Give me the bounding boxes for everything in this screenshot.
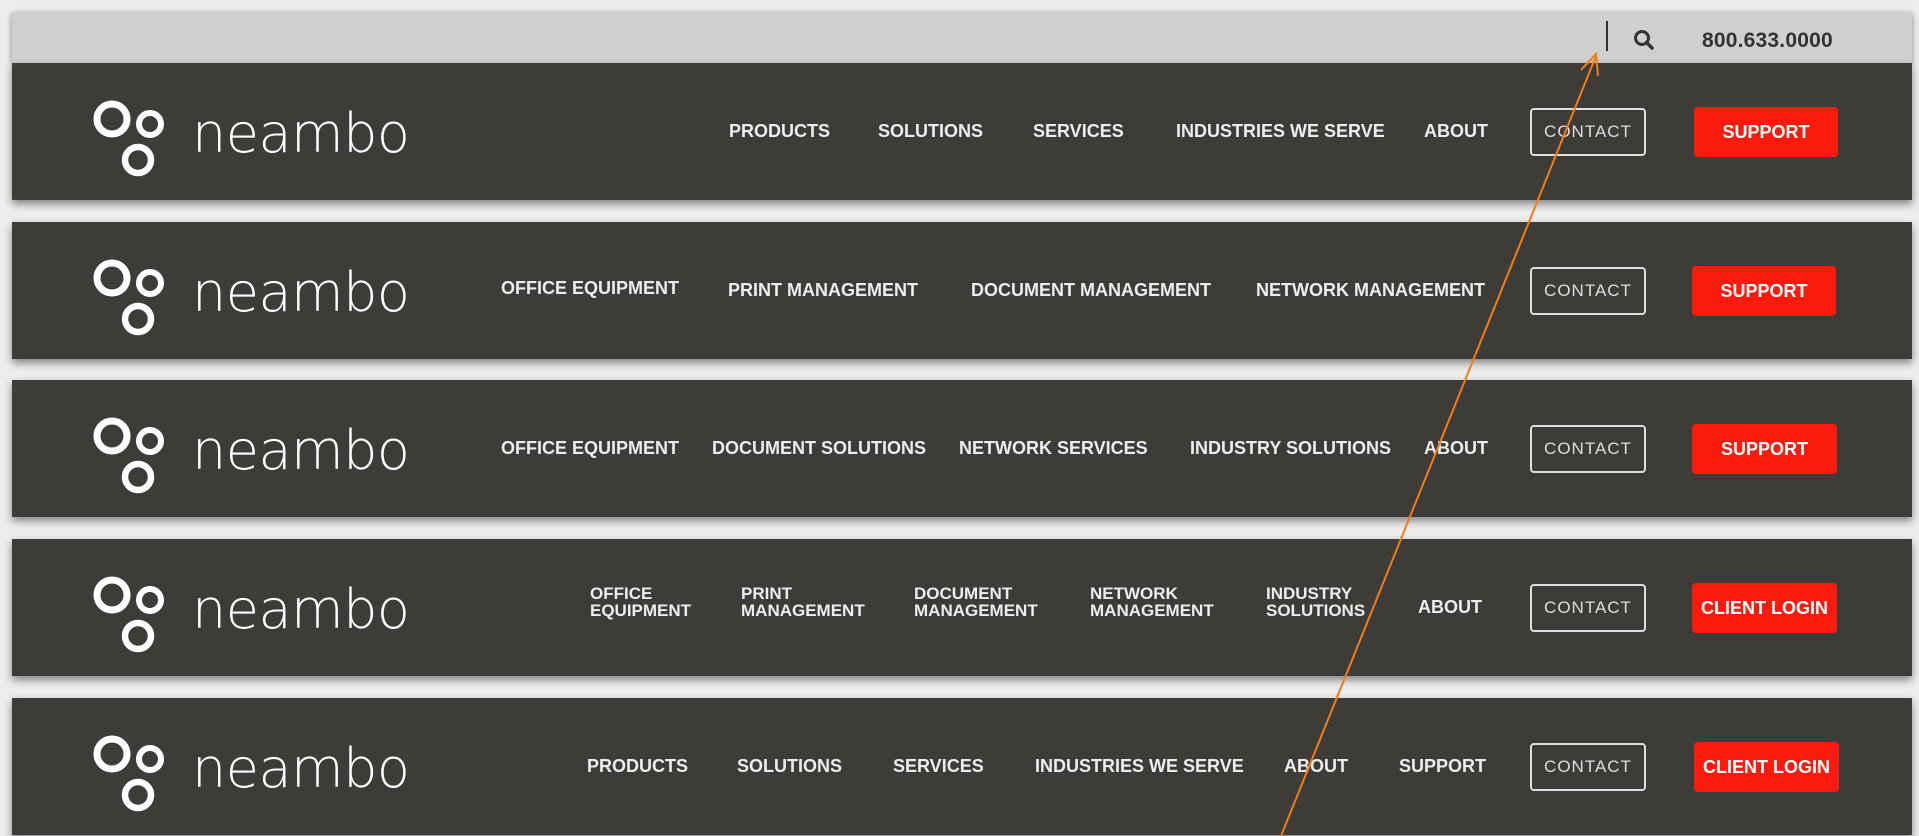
support-button[interactable]: SUPPORT <box>1694 107 1838 157</box>
nav-item-label: MANAGEMENT <box>741 601 865 620</box>
nav-item-label: PRINT MANAGEMENT <box>728 280 918 300</box>
contact-button[interactable]: CONTACT <box>1530 584 1646 632</box>
nav-item-label: SUPPORT <box>1399 756 1487 776</box>
client-login-button[interactable]: CLIENT LOGIN <box>1694 742 1839 792</box>
nav-item-label: OFFICE EQUIPMENT <box>501 278 680 298</box>
nav-item[interactable]: NETWORK SERVICES <box>959 438 1148 459</box>
nav-item[interactable]: INDUSTRIES WE SERVE <box>1176 121 1385 142</box>
contact-button[interactable]: CONTACT <box>1530 425 1646 473</box>
nav-item[interactable]: SOLUTIONS <box>737 756 842 777</box>
nav-item[interactable]: ABOUT <box>1424 438 1488 459</box>
site-header-variant-5: neambo PRODUCTS SOLUTIONS SERVICES INDUSTRIE… <box>12 698 1912 835</box>
nav-item[interactable]: ABOUT <box>1418 597 1482 618</box>
nav-item[interactable]: SOLUTIONS <box>878 121 983 142</box>
nav-item-label: ABOUT <box>1418 597 1482 617</box>
nav-item-label: DOCUMENT <box>914 584 1013 603</box>
nav-item-label: ABOUT <box>1284 756 1348 776</box>
nav-item-label: MANAGEMENT <box>1090 601 1214 620</box>
contact-button[interactable]: CONTACT <box>1530 267 1646 315</box>
logo-wordmark: neambo <box>192 737 410 800</box>
nav-item-label: NETWORK <box>1090 584 1178 603</box>
nav-item-label: PRODUCTS <box>587 756 689 776</box>
nav-item[interactable]: PRINT MANAGEMENT <box>741 585 865 619</box>
search-icon[interactable] <box>1629 28 1659 52</box>
nav-item[interactable]: PRINT MANAGEMENT <box>728 280 918 301</box>
nav-item[interactable]: INDUSTRY SOLUTIONS <box>1266 585 1365 619</box>
contact-button[interactable]: CONTACT <box>1530 743 1646 791</box>
nav-item[interactable]: OFFICE EQUIPMENT <box>501 278 679 299</box>
nav-item-label: NETWORK MANAGEMENT <box>1256 280 1485 300</box>
nav-item[interactable]: OFFICE EQUIPMENT <box>501 438 679 459</box>
phone-number[interactable]: 800.633.0000 <box>1702 29 1833 53</box>
nav-item-label: NETWORK SERVICES <box>959 438 1148 458</box>
utility-divider <box>1606 21 1608 51</box>
utility-bar: 800.633.0000 <box>12 12 1912 63</box>
nav-item[interactable]: INDUSTRY SOLUTIONS <box>1190 438 1391 459</box>
nav-item-label: SOLUTIONS <box>737 756 843 776</box>
nav-item-label: OFFICE <box>590 584 653 603</box>
nav-item[interactable]: OFFICE EQUIPMENT <box>590 585 691 619</box>
client-login-button[interactable]: CLIENT LOGIN <box>1692 583 1837 633</box>
nav-item[interactable]: ABOUT <box>1284 756 1348 777</box>
nav-item[interactable]: INDUSTRIES WE SERVE <box>1035 756 1244 777</box>
nav-item-label: ABOUT <box>1424 438 1488 458</box>
neambo-logo[interactable]: neambo <box>90 97 410 183</box>
nav-item[interactable]: DOCUMENT MANAGEMENT <box>914 585 1038 619</box>
nav-item-label: SERVICES <box>1033 121 1124 141</box>
nav-item[interactable]: SERVICES <box>893 756 984 777</box>
logo-wordmark: neambo <box>192 261 410 324</box>
nav-item-label: DOCUMENT MANAGEMENT <box>971 280 1211 300</box>
nav-item-label: MANAGEMENT <box>914 601 1038 620</box>
support-button[interactable]: SUPPORT <box>1692 266 1836 316</box>
contact-button[interactable]: CONTACT <box>1530 108 1646 156</box>
neambo-logo[interactable]: neambo <box>90 732 410 818</box>
neambo-logo[interactable]: neambo <box>90 414 410 500</box>
navigation-mockup-board: 800.633.0000 neambo PRODUCTS SOLUTIONS SERV… <box>0 0 1919 836</box>
nav-item[interactable]: PRODUCTS <box>729 121 830 142</box>
site-header-variant-1: neambo PRODUCTS SOLUTIONS SERVICES INDUSTRIE… <box>12 63 1912 200</box>
site-header-variant-4: neambo OFFICE EQUIPMENT PRINT MANAGEMENT DOCU… <box>12 539 1912 676</box>
nav-item-label: ABOUT <box>1424 121 1488 141</box>
nav-item[interactable]: NETWORK MANAGEMENT <box>1090 585 1214 619</box>
nav-item-label: DOCUMENT SOLUTIONS <box>712 438 926 458</box>
logo-wordmark: neambo <box>192 419 410 482</box>
nav-item[interactable]: SERVICES <box>1033 121 1124 142</box>
support-button[interactable]: SUPPORT <box>1692 424 1837 474</box>
nav-item[interactable]: ABOUT <box>1424 121 1488 142</box>
neambo-logo[interactable]: neambo <box>90 573 410 659</box>
neambo-logo[interactable]: neambo <box>90 256 410 342</box>
site-header-variant-2: neambo OFFICE EQUIPMENT PRINT MANAGEMENT DO… <box>12 222 1912 359</box>
nav-item[interactable]: NETWORK MANAGEMENT <box>1256 280 1485 301</box>
nav-item[interactable]: DOCUMENT SOLUTIONS <box>712 438 926 459</box>
nav-item[interactable]: DOCUMENT MANAGEMENT <box>971 280 1211 301</box>
logo-wordmark: neambo <box>192 102 410 165</box>
nav-item-label: PRINT <box>741 584 792 603</box>
nav-item-label: INDUSTRY <box>1266 584 1353 603</box>
nav-item-label: SOLUTIONS <box>878 121 984 141</box>
nav-item-label: PRODUCTS <box>729 121 831 141</box>
nav-item-label: INDUSTRY SOLUTIONS <box>1190 438 1392 458</box>
logo-wordmark: neambo <box>192 578 410 641</box>
nav-item-label: EQUIPMENT <box>590 601 692 620</box>
nav-item-label: SERVICES <box>893 756 984 776</box>
nav-item[interactable]: PRODUCTS <box>587 756 688 777</box>
site-header-variant-3: neambo OFFICE EQUIPMENT DOCUMENT SOLUTIONS… <box>12 380 1912 517</box>
nav-item-label: INDUSTRIES WE SERVE <box>1176 121 1385 141</box>
nav-item-label: INDUSTRIES WE SERVE <box>1035 756 1244 776</box>
nav-item[interactable]: SUPPORT <box>1399 756 1486 777</box>
nav-item-label: SOLUTIONS <box>1266 601 1366 620</box>
nav-item-label: OFFICE EQUIPMENT <box>501 438 680 458</box>
